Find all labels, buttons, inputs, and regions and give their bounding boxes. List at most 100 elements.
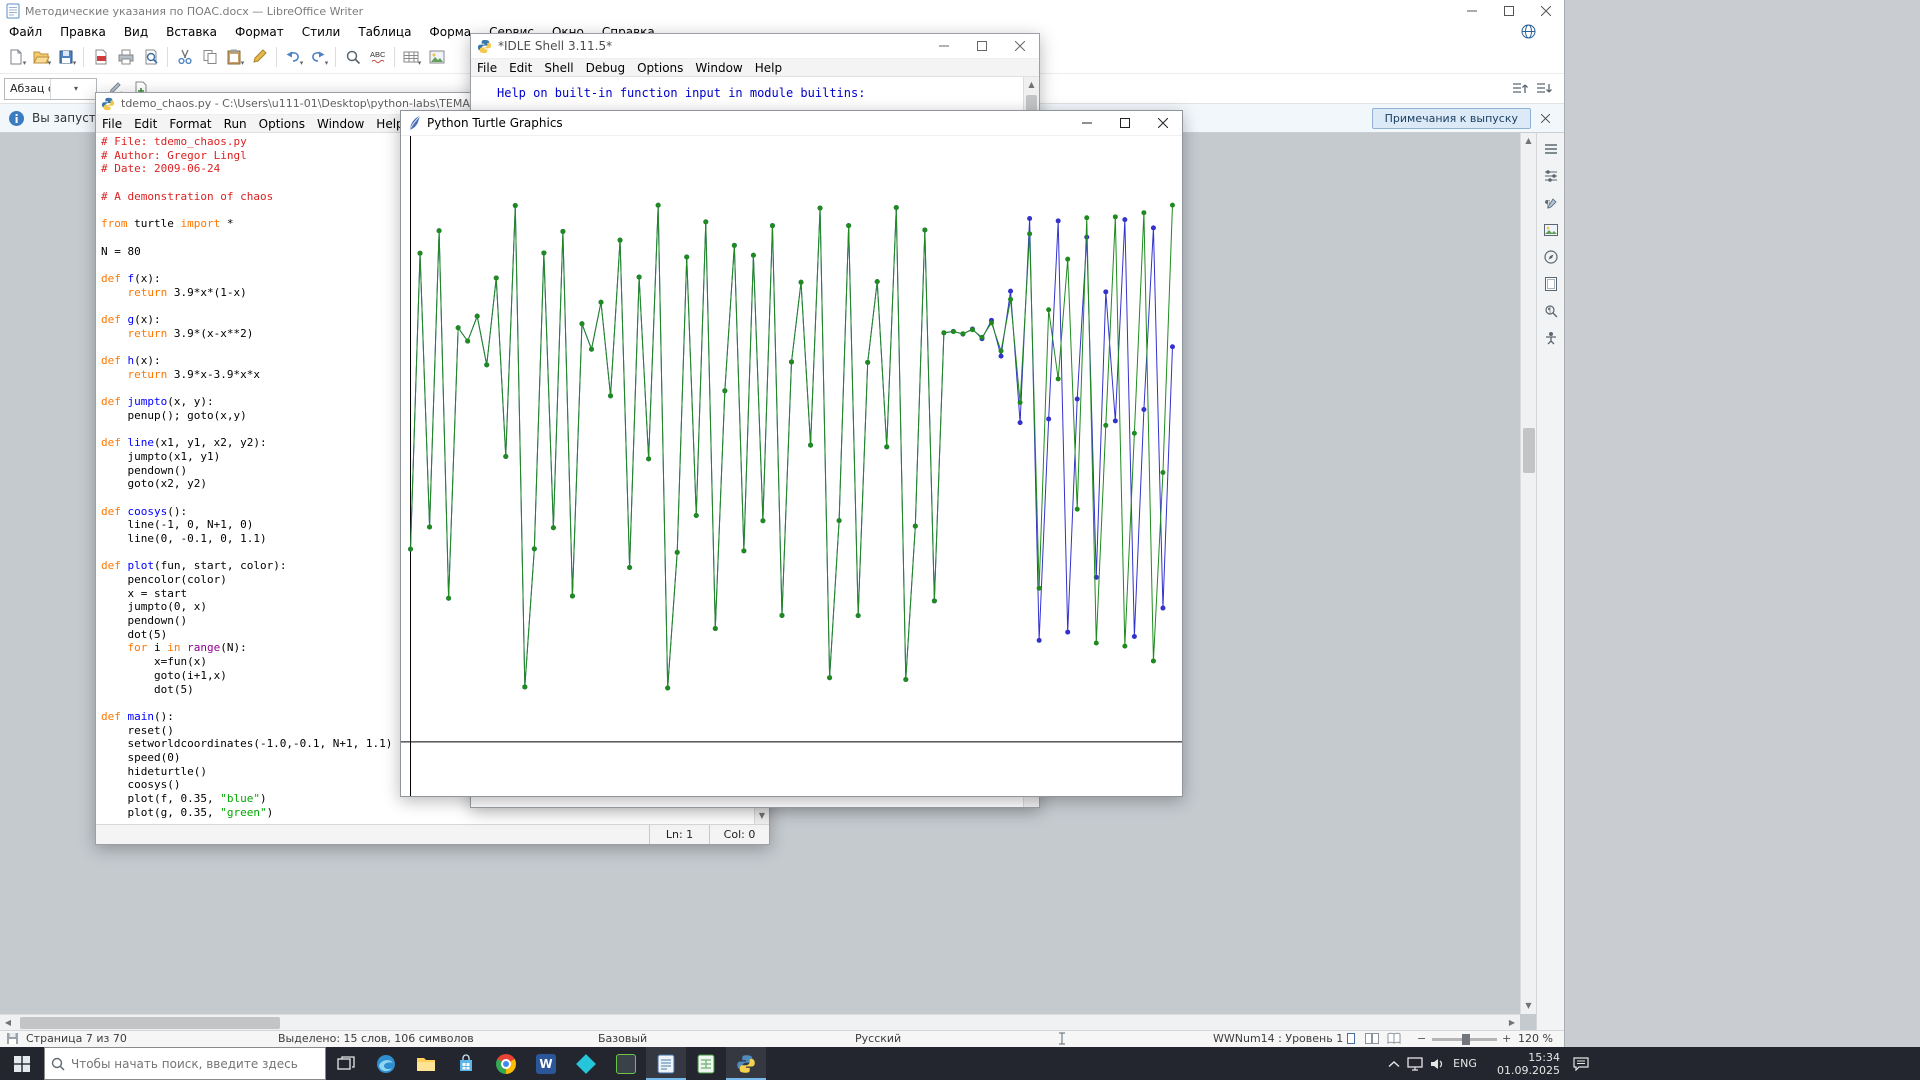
file-explorer-icon[interactable] [406,1047,446,1080]
statusbar-zoom[interactable]: 120 % [1518,1032,1553,1045]
editor-menu-window[interactable]: Window [311,116,370,132]
paragraph-style-combo[interactable]: Абзац списка ▾ [4,77,97,100]
zoom-slider-thumb[interactable] [1462,1034,1470,1045]
idle-menu-file[interactable]: File [471,60,503,76]
tray-chevron-icon[interactable] [1384,1047,1404,1080]
search-input[interactable] [71,1056,301,1071]
globe-icon[interactable] [1521,24,1536,39]
editor-menu-run[interactable]: Run [218,116,253,132]
scroll-left-icon[interactable]: ◀ [0,1015,16,1031]
libreoffice-writer-taskbar-icon[interactable] [646,1047,686,1080]
start-button[interactable] [0,1047,44,1080]
spell-check-button[interactable]: ABC [365,45,390,70]
export-pdf-button[interactable] [88,45,113,70]
writer-vertical-scrollbar[interactable]: ▲ ▼ [1520,133,1536,1014]
navigator-icon[interactable] [1540,246,1562,268]
scroll-down-icon[interactable]: ▼ [755,808,769,824]
idle-maximize-button[interactable] [963,34,1001,58]
idle-menu-shell[interactable]: Shell [538,60,579,76]
writer-maximize-button[interactable] [1490,0,1527,22]
scroll-up-icon[interactable]: ▲ [1521,133,1536,149]
writer-menu-styles[interactable]: Стили [293,24,350,40]
statusbar-page[interactable]: Страница 7 из 70 [26,1032,127,1045]
editor-menu-options[interactable]: Options [253,116,311,132]
sort-ascending-icon[interactable] [1507,76,1532,101]
insert-table-button[interactable]: ▾ [399,45,424,70]
idle-menu-options[interactable]: Options [631,60,689,76]
edge-icon[interactable] [366,1047,406,1080]
editor-menu-file[interactable]: File [96,116,128,132]
idle-menu-window[interactable]: Window [689,60,748,76]
tray-language[interactable]: ENG [1448,1047,1482,1080]
writer-menu-edit[interactable]: Правка [51,24,115,40]
scroll-right-icon[interactable]: ▶ [1504,1015,1520,1031]
turtle-titlebar[interactable]: Python Turtle Graphics [401,111,1182,136]
zoom-in-button[interactable]: + [1502,1032,1511,1045]
writer-menu-format[interactable]: Формат [226,24,293,40]
save-button[interactable]: ▾ [54,45,79,70]
dark-app-icon[interactable] [606,1047,646,1080]
turtle-maximize-button[interactable] [1106,111,1144,135]
document-saved-icon[interactable] [6,1032,19,1045]
writer-close-button[interactable] [1527,0,1564,22]
editor-menu-format[interactable]: Format [163,116,217,132]
redo-button[interactable]: ▾ [306,45,331,70]
editor-menu-edit[interactable]: Edit [128,116,163,132]
chrome-icon[interactable] [486,1047,526,1080]
store-icon[interactable] [446,1047,486,1080]
infobar-close-icon[interactable] [1541,113,1550,123]
tray-clock[interactable]: 15:34 01.09.2025 [1492,1047,1560,1080]
python-taskbar-icon[interactable] [726,1047,766,1080]
statusbar-page-style[interactable]: Базовый [598,1032,647,1045]
turtle-close-button[interactable] [1144,111,1182,135]
page-icon[interactable] [1540,273,1562,295]
paste-button[interactable]: ▾ [222,45,247,70]
tray-network-icon[interactable] [1404,1047,1426,1080]
cut-button[interactable] [172,45,197,70]
idle-menu-edit[interactable]: Edit [503,60,538,76]
print-button[interactable] [113,45,138,70]
sidebar-settings-icon[interactable] [1540,138,1562,160]
scroll-up-icon[interactable]: ▲ [1024,77,1039,93]
word-icon[interactable]: W [526,1047,566,1080]
properties-icon[interactable] [1540,165,1562,187]
idle-titlebar[interactable]: *IDLE Shell 3.11.5* [471,34,1039,59]
idle-menu-help[interactable]: Help [749,60,788,76]
gallery-icon[interactable] [1540,219,1562,241]
writer-menu-file[interactable]: Файл [0,24,51,40]
writer-menu-table[interactable]: Таблица [349,24,420,40]
writer-hscroll-thumb[interactable] [20,1017,280,1029]
turtle-minimize-button[interactable] [1068,111,1106,135]
turtle-canvas[interactable] [401,136,1182,796]
idle-close-button[interactable] [1001,34,1039,58]
insert-mode-icon[interactable] [1056,1032,1068,1045]
action-center-icon[interactable] [1568,1047,1594,1080]
writer-minimize-button[interactable] [1453,0,1490,22]
task-view-button[interactable] [326,1047,366,1080]
insert-image-button[interactable] [424,45,449,70]
statusbar-list-level[interactable]: WWNum14 : Уровень 1 [1213,1032,1343,1045]
styles-icon[interactable]: ¶ [1540,192,1562,214]
teal-app-icon[interactable] [566,1047,606,1080]
idle-minimize-button[interactable] [925,34,963,58]
tray-volume-icon[interactable] [1426,1047,1448,1080]
print-preview-button[interactable] [138,45,163,70]
view-book-icon[interactable] [1387,1032,1401,1045]
view-single-page-icon[interactable] [1345,1032,1357,1045]
statusbar-language[interactable]: Русский [855,1032,901,1045]
release-notes-button[interactable]: Примечания к выпуску [1371,107,1531,129]
idle-menu-debug[interactable]: Debug [580,60,631,76]
libreoffice-calc-taskbar-icon[interactable] [686,1047,726,1080]
sort-descending-icon[interactable] [1531,76,1556,101]
writer-titlebar[interactable]: Методические указания по ПОАС.docx — Lib… [0,0,1564,22]
new-document-button[interactable]: ▾ [4,45,29,70]
clone-formatting-button[interactable] [247,45,272,70]
writer-menu-view[interactable]: Вид [115,24,157,40]
copy-button[interactable] [197,45,222,70]
view-multi-page-icon[interactable] [1365,1032,1379,1045]
style-inspector-icon[interactable]: ¶ [1540,300,1562,322]
writer-vscroll-thumb[interactable] [1523,428,1535,473]
undo-button[interactable]: ▾ [281,45,306,70]
find-replace-button[interactable] [340,45,365,70]
accessibility-check-icon[interactable] [1540,327,1562,349]
